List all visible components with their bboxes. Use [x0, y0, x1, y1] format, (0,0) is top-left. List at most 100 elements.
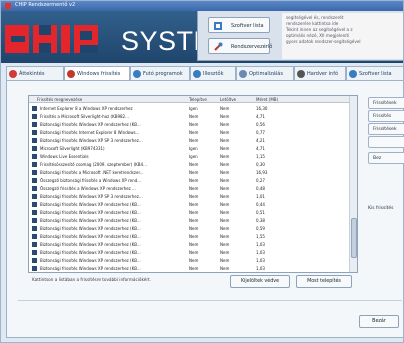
installed-value: Nem	[189, 114, 199, 119]
side-button-5[interactable]: Bez	[368, 152, 404, 164]
checkbox[interactable]	[32, 154, 37, 159]
installed-value: Nem	[189, 162, 199, 167]
popup-panel: Szoftver lista Rendszervezérlő segítségé…	[197, 11, 403, 61]
list-item[interactable]: Biztonsági frissítés Windows XP rendszer…	[29, 225, 351, 232]
list-item[interactable]: Biztonsági frissítés Windows XP SP 3 ren…	[29, 137, 351, 144]
list-scrollbar[interactable]	[349, 96, 357, 272]
tab-running-programs[interactable]: Futó programok	[130, 66, 190, 80]
checkbox[interactable]	[32, 122, 37, 127]
size-value: 0,59	[256, 226, 265, 231]
installed-value: Nem	[189, 186, 199, 191]
update-name: Biztonsági frissítés Internet Explorer 8…	[40, 130, 140, 135]
system-control-button[interactable]: Rendszervezérlő	[208, 38, 273, 54]
install-now-button[interactable]: Most telepítés	[296, 275, 352, 288]
tab-optimization[interactable]: Optimalizálás	[236, 66, 294, 80]
windows-update-icon	[67, 70, 75, 78]
wrench-icon	[214, 42, 223, 51]
popup-description: segítségével és, rendszerét rendszerére …	[282, 13, 403, 59]
list-item[interactable]: Biztonsági frissítés Windows XP SP 3 ren…	[29, 193, 351, 200]
checkbox[interactable]	[32, 178, 37, 183]
list-item[interactable]: Biztonsági frissítés Internet Explorer 8…	[29, 129, 351, 136]
checkbox[interactable]	[32, 114, 37, 119]
list-item[interactable]: Biztonsági frissítés Windows XP rendszer…	[29, 233, 351, 240]
downloaded-value: Nem	[220, 154, 230, 159]
update-name: Biztonsági frissítés Windows XP rendszer…	[40, 234, 141, 239]
list-item[interactable]: Microsoft Silverlight (KB974331) Igen Nem 4…	[29, 145, 351, 152]
col-header-downloaded[interactable]: Letöltve	[220, 97, 236, 102]
checkbox[interactable]	[32, 234, 37, 239]
checkbox[interactable]	[32, 266, 37, 271]
software-list-button[interactable]: Szoftver lista	[208, 17, 270, 33]
banner: SYSTEM Szoftver lista Rendszervezérlő se…	[1, 11, 403, 63]
tab-drivers[interactable]: Illesztők	[190, 66, 236, 80]
list-item[interactable]: Biztonsági frissítés a Microsoft .NET ke…	[29, 169, 351, 176]
list-item[interactable]: Biztonsági frissítés Windows XP rendszer…	[29, 121, 351, 128]
downloaded-value: Nem	[220, 194, 230, 199]
checkbox[interactable]	[32, 162, 37, 167]
installed-value: Nem	[189, 194, 199, 199]
checkbox[interactable]	[32, 242, 37, 247]
installed-value: Nem	[189, 170, 199, 175]
list-item[interactable]: Frissítés a Microsoft Silverlight-hoz (K…	[29, 113, 351, 120]
checkbox[interactable]	[32, 146, 37, 151]
side-button-2[interactable]: Frissítés	[368, 110, 404, 122]
checkbox[interactable]	[32, 170, 37, 175]
checkbox[interactable]	[32, 130, 37, 135]
list-item[interactable]: Összegző biztonsági frissítés a Windows …	[29, 177, 351, 184]
installed-value: Nem	[189, 130, 199, 135]
tab-software-list[interactable]: Szoftver lista	[346, 66, 404, 80]
list-item[interactable]: Biztonsági frissítés Windows XP rendszer…	[29, 201, 351, 208]
col-header-name[interactable]: Frissítés megnevezése	[37, 97, 82, 102]
checkbox[interactable]	[32, 258, 37, 263]
installed-value: Nem	[189, 202, 199, 207]
checkbox[interactable]	[32, 194, 37, 199]
downloaded-value: Nem	[220, 202, 230, 207]
update-name: Frissítésösszesítő csomag (2009. szeptem…	[40, 162, 147, 167]
checkbox[interactable]	[32, 218, 37, 223]
size-value: 1,01	[256, 194, 265, 199]
update-list[interactable]: Frissítés megnevezése Telepítve Letöltve…	[28, 95, 358, 273]
window-title: CHIP Rendszermentő v2	[15, 2, 76, 8]
downloaded-value: Nem	[220, 170, 230, 175]
checkbox[interactable]	[32, 226, 37, 231]
list-item[interactable]: Windows Live Essentials Igen Nem 1,15	[29, 153, 351, 160]
downloaded-value: Nem	[220, 210, 230, 215]
select-all-button[interactable]: Kijelöltek védve	[230, 275, 290, 288]
list-item[interactable]: Biztonsági frissítés Windows XP rendszer…	[29, 249, 351, 256]
update-name: Biztonsági frissítés Windows XP SP 3 ren…	[40, 194, 143, 199]
list-item[interactable]: Biztonsági frissítés Windows XP rendszer…	[29, 217, 351, 224]
scrollbar-thumb[interactable]	[351, 218, 357, 258]
list-item[interactable]: Biztonsági frissítés Windows XP rendszer…	[29, 257, 351, 264]
tab-windows-update[interactable]: Windows frissítés	[64, 66, 130, 81]
close-button[interactable]: Bezár	[359, 315, 399, 328]
list-item[interactable]: Összegző frissítés a Windows XP rendszer…	[29, 185, 351, 192]
downloaded-value: Nem	[220, 146, 230, 151]
list-item[interactable]: Frissítésösszesítő csomag (2009. szeptem…	[29, 161, 351, 168]
list-item[interactable]: Biztonsági frissítés Windows XP rendszer…	[29, 241, 351, 248]
list-item[interactable]: Biztonsági frissítés Windows XP rendszer…	[29, 209, 351, 216]
size-value: 0,48	[256, 186, 265, 191]
checkbox[interactable]	[32, 202, 37, 207]
installed-value: Nem	[189, 242, 199, 247]
installed-value: Nem	[189, 122, 199, 127]
checkbox[interactable]	[32, 106, 37, 111]
downloaded-value: Nem	[220, 186, 230, 191]
side-button-4[interactable]	[368, 136, 404, 148]
downloaded-value: Nem	[220, 218, 230, 223]
list-item[interactable]: Biztonsági frissítés Windows XP rendszer…	[29, 265, 351, 272]
checkbox[interactable]	[32, 138, 37, 143]
side-button-1[interactable]: Frissítések	[368, 97, 404, 109]
checkbox[interactable]	[32, 250, 37, 255]
list-item[interactable]: Internet Explorer 8 a Windows XP rendsze…	[29, 105, 351, 112]
checkbox[interactable]	[32, 186, 37, 191]
update-name: Biztonsági frissítés Windows XP rendszer…	[40, 266, 141, 271]
tab-label: Hardver infó	[307, 71, 339, 77]
checkbox[interactable]	[32, 210, 37, 215]
system-control-label: Rendszervezérlő	[231, 44, 273, 50]
update-name: Biztonsági frissítés Windows XP rendszer…	[40, 202, 141, 207]
side-button-3[interactable]: Frissítések	[368, 123, 404, 135]
tab-hardware-info[interactable]: Hardver infó	[294, 66, 346, 80]
col-header-size[interactable]: Méret (MB)	[256, 97, 278, 102]
tab-overview[interactable]: Áttekintés	[6, 66, 64, 80]
col-header-installed[interactable]: Telepítve	[189, 97, 207, 102]
